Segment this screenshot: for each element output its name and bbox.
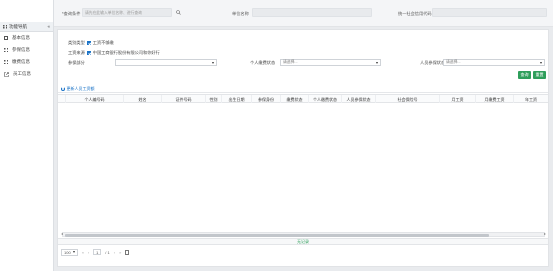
grid-icon bbox=[4, 48, 8, 52]
insured-label: 参保部分 bbox=[68, 60, 85, 65]
unit-name-label: 单位名称 bbox=[232, 11, 249, 16]
grid-icon bbox=[4, 60, 8, 64]
pagination: 100 « ‹ 1 / 1 › » bbox=[61, 248, 130, 256]
sidebar-item-label: 员工信息 bbox=[13, 71, 31, 76]
category-row: 类别类型 工资不够缴 bbox=[68, 40, 114, 46]
sidebar-item-label: 参保信息 bbox=[12, 47, 30, 52]
table-body bbox=[58, 103, 548, 231]
chevron-down-icon bbox=[376, 61, 378, 64]
divider bbox=[58, 92, 548, 93]
reset-button[interactable]: 重置 bbox=[533, 71, 546, 79]
table-header: 个人编号码 姓名 证件号码 性别 出生日期 参保身份 缴费状态 个人缴费状态 人… bbox=[58, 94, 548, 104]
unit-value: 中国工商银行股份有限公司和你好行 bbox=[92, 50, 160, 55]
page-size-select[interactable]: 100 bbox=[61, 248, 78, 256]
chevron-down-icon bbox=[72, 251, 75, 253]
sidebar-header: 功能导航 « bbox=[0, 22, 53, 32]
personal-status-value: 请选择... bbox=[283, 60, 298, 64]
chevron-down-icon bbox=[212, 61, 214, 64]
sidebar-item-employee-info[interactable]: 员工信息 bbox=[0, 68, 53, 80]
sidebar-item-basic-info[interactable]: 基本信息 bbox=[0, 32, 53, 44]
category-value: 工资不够缴 bbox=[92, 40, 114, 45]
credit-code-label: 统一社会信用代码 bbox=[398, 11, 432, 16]
query-condition-input[interactable]: 请先在此输入单位名称、进行查询 bbox=[82, 8, 172, 17]
refresh-icon bbox=[61, 87, 65, 91]
personal-status-label: 个人缴费状态 bbox=[250, 60, 276, 65]
category-checkbox[interactable] bbox=[86, 41, 91, 45]
query-condition-label: *查询条件 bbox=[62, 11, 81, 16]
square-icon bbox=[4, 36, 8, 40]
empty-state: 无记录 bbox=[58, 238, 548, 245]
main-panel: 类别类型 工资不够缴 工资来源 中国工商银行股份有限公司和你好行 参保部分 个人… bbox=[57, 29, 549, 267]
unit-row: 工资来源 中国工商银行股份有限公司和你好行 bbox=[68, 50, 160, 56]
unit-label: 工资来源 bbox=[68, 50, 85, 55]
insured-select[interactable] bbox=[115, 59, 217, 66]
sidebar: 功能导航 « 基本信息 参保信息 缴费信息 员工信息 bbox=[0, 0, 54, 271]
credit-code-field bbox=[432, 8, 547, 17]
sidebar-item-label: 基本信息 bbox=[12, 35, 30, 40]
page-size-value: 100 bbox=[64, 249, 71, 255]
chevron-down-icon bbox=[540, 61, 542, 64]
page-number-input[interactable]: 1 bbox=[93, 249, 102, 255]
query-bar: *查询条件 请先在此输入单位名称、进行查询 单位名称 统一社会信用代码 bbox=[54, 0, 553, 27]
scroll-right-icon[interactable] bbox=[544, 233, 546, 235]
page-total: / 1 bbox=[105, 249, 110, 255]
sidebar-title: 功能导航 bbox=[9, 23, 27, 29]
last-page-button[interactable]: » bbox=[119, 250, 121, 255]
external-link-icon bbox=[4, 71, 9, 77]
unit-name-field bbox=[252, 8, 372, 17]
member-status-select[interactable]: 请选择... bbox=[443, 59, 545, 66]
first-page-button[interactable]: « bbox=[82, 250, 84, 255]
scrollbar-thumb[interactable] bbox=[65, 233, 489, 237]
member-status-value: 请选择... bbox=[446, 60, 461, 64]
sidebar-item-insured-info[interactable]: 参保信息 bbox=[0, 44, 53, 56]
personal-status-select[interactable]: 请选择... bbox=[280, 59, 381, 66]
prev-page-button[interactable]: ‹ bbox=[88, 250, 89, 255]
horizontal-scrollbar[interactable] bbox=[61, 232, 546, 237]
unit-checkbox[interactable] bbox=[86, 51, 91, 55]
scroll-left-icon[interactable] bbox=[61, 233, 63, 235]
query-button[interactable]: 查询 bbox=[518, 71, 531, 79]
category-label: 类别类型 bbox=[68, 40, 85, 45]
sidebar-item-label: 缴费信息 bbox=[12, 59, 30, 64]
menu-icon bbox=[3, 24, 7, 29]
sidebar-item-payment-info[interactable]: 缴费信息 bbox=[0, 56, 53, 68]
export-icon[interactable] bbox=[125, 249, 130, 255]
search-icon[interactable] bbox=[176, 10, 181, 15]
collapse-icon[interactable]: « bbox=[47, 24, 50, 29]
next-page-button[interactable]: › bbox=[114, 250, 115, 255]
member-status-label: 人员参保状态 bbox=[420, 60, 446, 65]
